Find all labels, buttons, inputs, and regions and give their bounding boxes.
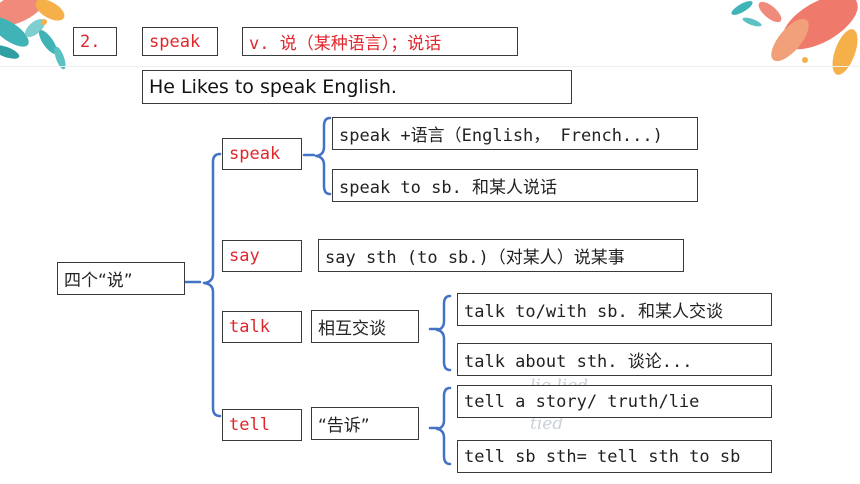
example-sentence: He Likes to speak English. — [142, 70, 572, 104]
talk-meaning: 相互交谈 — [311, 310, 419, 343]
tell-usage: tell sb sth= tell sth to sb — [457, 440, 772, 473]
talk-usage: talk about sth. 谈论... — [457, 343, 772, 376]
tell-usage: tell a story/ truth/lie — [457, 385, 772, 418]
talk-bracket — [435, 294, 452, 372]
say-usage: say sth (to sb.)（对某人）说某事 — [318, 239, 684, 272]
branch-tell: tell — [222, 409, 302, 441]
branch-speak: speak — [222, 138, 302, 170]
vocab-definition: v. 说（某种语言）；说话 — [242, 27, 518, 56]
main-bracket — [202, 152, 222, 418]
vocab-word: speak — [142, 27, 218, 56]
talk-usage: talk to/with sb. 和某人交谈 — [457, 293, 772, 326]
speak-bracket — [314, 116, 332, 196]
mind-map-root: 四个“说” — [57, 262, 185, 295]
branch-say: say — [222, 240, 302, 272]
tell-bracket — [435, 386, 452, 466]
tell-meaning: “告诉” — [311, 407, 419, 440]
item-number: 2. — [73, 27, 117, 56]
speak-usage: speak to sb. 和某人说话 — [332, 169, 698, 202]
speak-usage: speak +语言（English， French...) — [332, 117, 698, 150]
branch-talk: talk — [222, 311, 302, 343]
